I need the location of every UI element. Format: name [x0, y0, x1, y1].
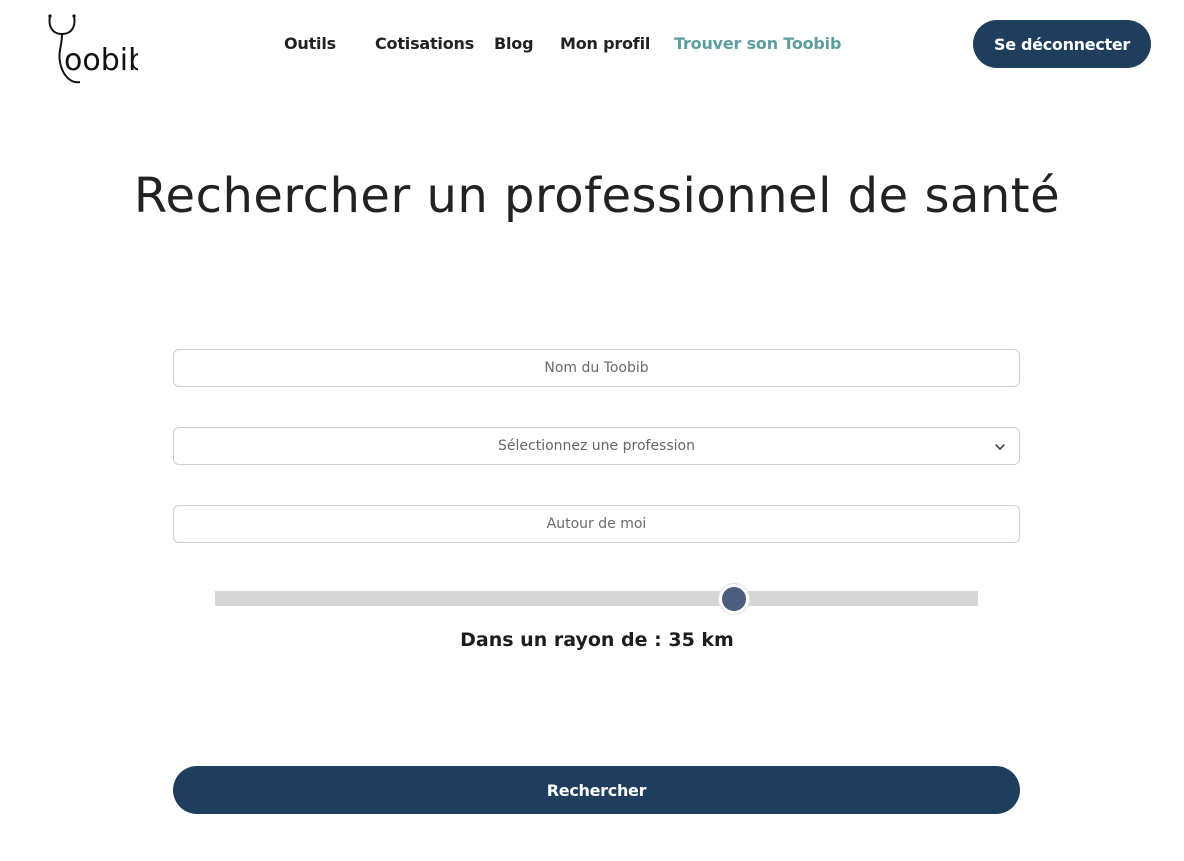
profession-select-value: Sélectionnez une profession: [498, 438, 695, 454]
location-input[interactable]: [174, 506, 1019, 542]
logout-button[interactable]: Se déconnecter: [973, 20, 1151, 68]
nav-item-blog[interactable]: Blog: [494, 34, 534, 53]
radius-slider-thumb[interactable]: [718, 584, 749, 614]
radius-label: Dans un rayon de : 35 km: [460, 629, 734, 651]
nav-item-cotisations[interactable]: Cotisations: [375, 34, 474, 53]
location-field: [173, 505, 1020, 543]
name-search-field: [173, 349, 1020, 387]
stethoscope-logo-icon: oobib: [48, 14, 138, 84]
toobib-logo[interactable]: oobib: [46, 12, 138, 86]
name-search-input[interactable]: [174, 350, 1019, 386]
page-title: Rechercher un professionnel de santé: [133, 168, 1061, 224]
nav-item-trouver-son-toobib[interactable]: Trouver son Toobib: [674, 34, 841, 53]
nav-item-mon-profil[interactable]: Mon profil: [560, 34, 650, 53]
search-button[interactable]: Rechercher: [173, 766, 1020, 814]
profession-select[interactable]: Sélectionnez une profession: [173, 427, 1020, 465]
nav-item-outils[interactable]: Outils: [284, 34, 336, 53]
radius-slider-track[interactable]: [215, 591, 978, 606]
chevron-down-icon: [995, 444, 1005, 450]
logo-wordmark: oobib: [64, 43, 138, 78]
site-header: oobib Outils Cotisations Blog Mon profil…: [0, 0, 1184, 90]
